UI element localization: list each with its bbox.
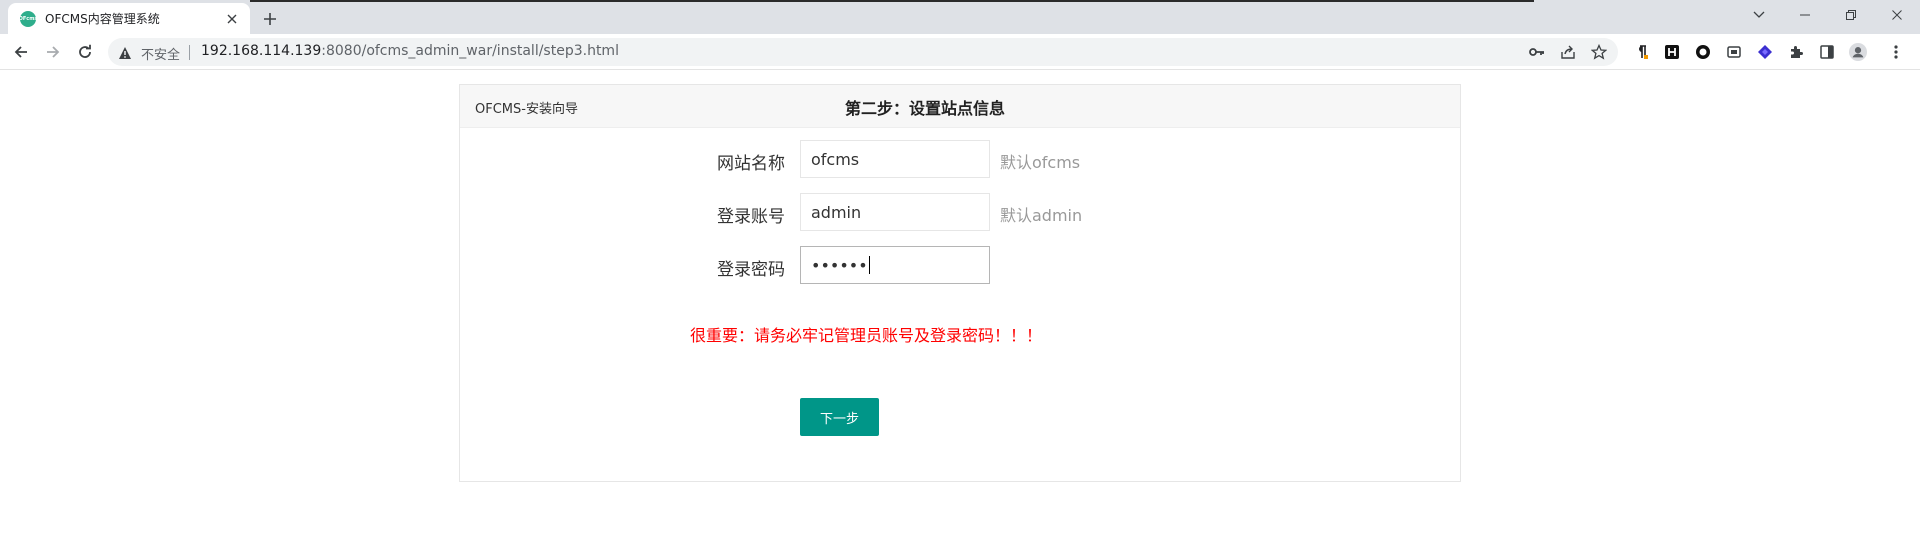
next-step-button[interactable]: 下一步 <box>800 398 879 436</box>
admin-password-label: 登录密码 <box>717 260 785 280</box>
forward-arrow-icon[interactable] <box>39 38 67 66</box>
url-text[interactable]: 192.168.114.139:8080/ofcms_admin_war/ins… <box>201 43 619 59</box>
reload-icon[interactable] <box>71 38 99 66</box>
tab-close-icon[interactable] <box>222 9 242 29</box>
admin-password-input[interactable]: •••••• <box>800 246 990 284</box>
browser-menu-kebab-icon[interactable] <box>1887 43 1905 61</box>
minimize-icon[interactable] <box>1782 0 1828 30</box>
url-path: :8080/ofcms_admin_war/install/step3.html <box>321 43 619 59</box>
address-bar[interactable]: 不安全 192.168.114.139:8080/ofcms_admin_war… <box>108 38 1618 66</box>
pilcrow-extension-icon[interactable] <box>1632 43 1650 61</box>
close-window-icon[interactable] <box>1874 0 1920 30</box>
password-masked-value: •••••• <box>811 255 868 275</box>
admin-account-label: 登录账号 <box>717 207 785 227</box>
browser-tab[interactable]: OFcms OFCMS内容管理系统 <box>8 3 250 34</box>
restore-icon[interactable] <box>1828 0 1874 30</box>
url-host: 192.168.114.139 <box>201 43 322 59</box>
install-wizard-panel: OFCMS-安装向导 第二步：设置站点信息 网站名称 ofcms 默认ofcms… <box>459 84 1461 482</box>
important-warning-text: 很重要：请务必牢记管理员账号及登录密码！！！ <box>690 326 1043 345</box>
circle-extension-icon[interactable] <box>1694 43 1712 61</box>
admin-account-hint: 默认admin <box>1000 206 1083 225</box>
text-caret <box>868 256 870 274</box>
screenshot-extension-icon[interactable] <box>1725 43 1743 61</box>
layers-extension-icon[interactable] <box>1756 43 1774 61</box>
new-tab-plus-icon[interactable] <box>258 7 282 31</box>
bookmark-star-icon[interactable] <box>1591 44 1607 60</box>
site-name-label: 网站名称 <box>717 154 785 174</box>
address-divider <box>189 45 190 60</box>
tab-strip: OFcms OFCMS内容管理系统 <box>0 0 1920 34</box>
tab-title: OFCMS内容管理系统 <box>45 12 160 26</box>
tab-search-chevron-down-icon[interactable] <box>1736 0 1782 30</box>
browser-toolbar: 不安全 192.168.114.139:8080/ofcms_admin_war… <box>0 34 1920 70</box>
panel-header: OFCMS-安装向导 第二步：设置站点信息 <box>460 85 1460 128</box>
side-panel-icon[interactable] <box>1818 43 1836 61</box>
extensions-puzzle-icon[interactable] <box>1787 43 1805 61</box>
not-secure-label[interactable]: 不安全 <box>141 44 180 63</box>
hackbar-extension-icon[interactable] <box>1663 43 1681 61</box>
key-icon[interactable] <box>1529 44 1545 60</box>
page-title: 第二步：设置站点信息 <box>845 99 1006 118</box>
profile-avatar-icon[interactable] <box>1849 43 1867 61</box>
site-name-hint: 默认ofcms <box>1000 153 1081 172</box>
back-arrow-icon[interactable] <box>7 38 35 66</box>
tab-strip-top-border <box>250 0 1534 2</box>
share-icon[interactable] <box>1560 44 1576 60</box>
admin-account-input[interactable]: admin <box>800 193 990 231</box>
not-secure-warning-icon[interactable] <box>118 45 132 59</box>
site-name-input[interactable]: ofcms <box>800 140 990 178</box>
wizard-brand: OFCMS-安装向导 <box>475 102 578 117</box>
ofcms-favicon-icon: OFcms <box>19 10 37 27</box>
